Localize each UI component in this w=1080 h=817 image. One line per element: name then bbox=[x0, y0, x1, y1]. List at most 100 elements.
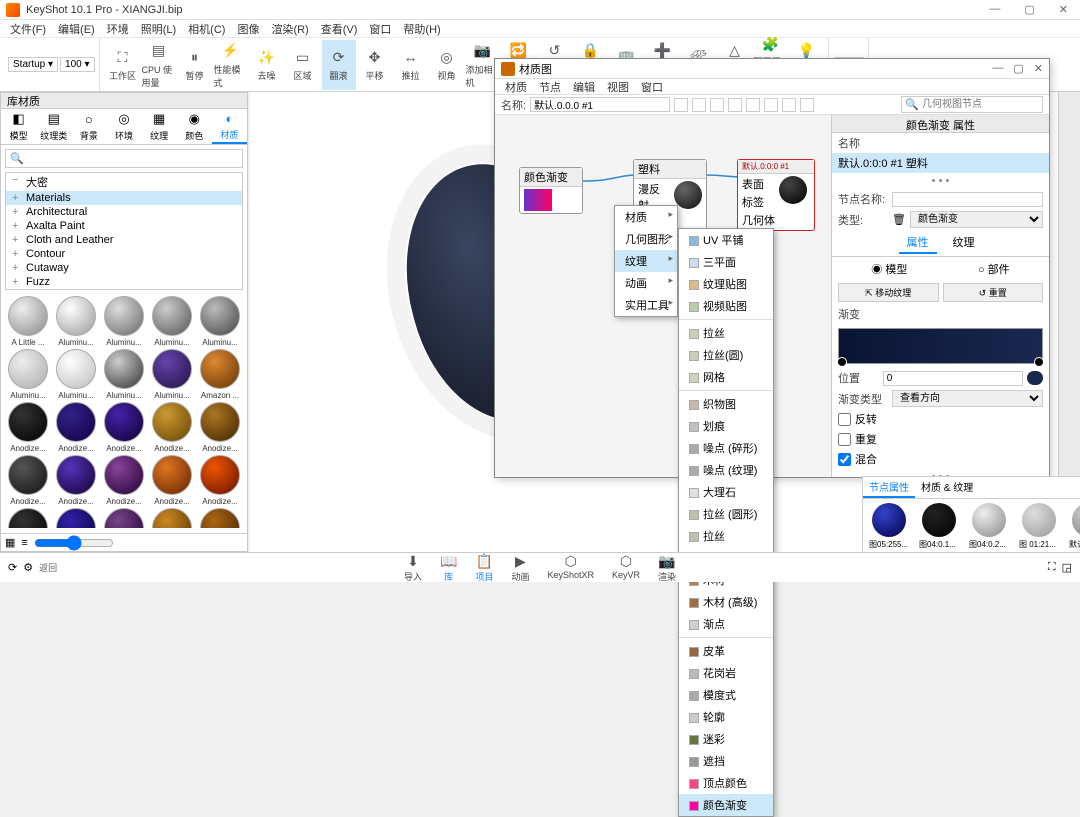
type-select[interactable]: 颜色渐变 bbox=[910, 211, 1043, 228]
mg-tool-8[interactable] bbox=[800, 98, 814, 112]
context-menu-primary[interactable]: 材质几何图形纹理动画实用工具 bbox=[614, 205, 678, 317]
ctx-item[interactable]: 材质 bbox=[615, 206, 677, 228]
win-min-button[interactable]: — bbox=[983, 3, 1006, 16]
material-thumbnail[interactable]: Aluminu... bbox=[197, 296, 243, 347]
move-texture-button[interactable]: ⇱ 移动纹理 bbox=[838, 283, 939, 302]
bottombar-btn-动画[interactable]: ▶动画 bbox=[511, 553, 529, 583]
material-thumbnail[interactable]: Aluminu... bbox=[149, 349, 195, 400]
lib-tab-5[interactable]: ◉颜色 bbox=[177, 109, 212, 144]
toolbar-btn-0[interactable]: ⛶工作区 bbox=[106, 40, 140, 90]
lib-tab-2[interactable]: ○背景 bbox=[71, 109, 106, 144]
menu-render[interactable]: 渲染(R) bbox=[265, 21, 314, 37]
mg-menu-view[interactable]: 视图 bbox=[601, 79, 635, 94]
selected-material-row[interactable]: 默认.0:0:0 #1 塑料 bbox=[832, 153, 1049, 173]
menu-edit[interactable]: 编辑(E) bbox=[52, 21, 101, 37]
toolbar-btn-3[interactable]: ⚡性能模式 bbox=[214, 40, 248, 90]
menu-window[interactable]: 窗口 bbox=[363, 21, 397, 37]
mg-menu-material[interactable]: 材质 bbox=[499, 79, 533, 94]
trash-icon[interactable]: 🗑 bbox=[892, 213, 906, 226]
reset-button[interactable]: ↺ 重置 bbox=[943, 283, 1044, 302]
toolbar-btn-7[interactable]: ✥平移 bbox=[358, 40, 392, 90]
bottombar-btn-KeyVR[interactable]: ⬡KeyVR bbox=[612, 553, 640, 583]
position-input[interactable] bbox=[883, 371, 1023, 386]
mg-tool-6[interactable] bbox=[764, 98, 778, 112]
menu-file[interactable]: 文件(F) bbox=[4, 21, 52, 37]
ctx-texture-item[interactable]: 木材 (高级) bbox=[679, 591, 773, 613]
color-swatch[interactable] bbox=[1027, 371, 1043, 385]
mg-search-input[interactable] bbox=[919, 98, 1039, 111]
menu-view[interactable]: 查看(V) bbox=[315, 21, 364, 37]
ctx-texture-item[interactable]: 三平面 bbox=[679, 251, 773, 273]
ctx-texture-item[interactable]: 皮革 bbox=[679, 640, 773, 662]
ctx-texture-item[interactable]: 噪点 (纹理) bbox=[679, 459, 773, 481]
material-thumbnail[interactable]: Anodize... bbox=[149, 402, 195, 453]
ctx-texture-item[interactable]: 大理石 bbox=[679, 481, 773, 503]
strip-tab-nodeprops[interactable]: 节点属性 bbox=[863, 477, 915, 498]
menu-lighting[interactable]: 照明(L) bbox=[135, 21, 182, 37]
radio-part[interactable]: ○ 部件 bbox=[978, 261, 1010, 277]
ctx-texture-item[interactable]: 拉丝 (圆形) bbox=[679, 503, 773, 525]
material-grid[interactable]: A Little ...Aluminu...Aluminu...Aluminu.… bbox=[1, 292, 247, 528]
bottombar-btn-项目[interactable]: 📋项目 bbox=[475, 553, 493, 583]
presentation-icon[interactable]: ◲ bbox=[1062, 561, 1072, 574]
material-thumbnail[interactable]: Anodize... bbox=[5, 402, 51, 453]
ctx-texture-item[interactable]: 渐点 bbox=[679, 613, 773, 635]
ctx-texture-item[interactable]: 颜色渐变 bbox=[679, 794, 773, 816]
material-thumbnail[interactable]: Anodize... bbox=[101, 402, 147, 453]
node-color-gradient[interactable]: 颜色渐变 bbox=[519, 167, 583, 214]
material-thumbnail[interactable]: Anodize... bbox=[53, 455, 99, 506]
mg-tool-5[interactable] bbox=[746, 98, 760, 112]
scene-material-thumb[interactable]: 图04:0.2... bbox=[969, 503, 1009, 550]
library-search-input[interactable] bbox=[24, 153, 238, 165]
bottombar-btn-渲染[interactable]: 📷渲染 bbox=[658, 553, 676, 583]
ctx-texture-item[interactable]: 织物图 bbox=[679, 393, 773, 415]
material-thumbnail[interactable]: Aluminu... bbox=[101, 296, 147, 347]
material-thumbnail[interactable]: Anodize... bbox=[197, 402, 243, 453]
mg-close-button[interactable]: ✕ bbox=[1034, 62, 1043, 75]
win-max-button[interactable]: ▢ bbox=[1018, 3, 1040, 16]
fullscreen-icon[interactable]: ⛶ bbox=[1048, 561, 1056, 574]
ctx-item[interactable]: 动画 bbox=[615, 272, 677, 294]
tree-node[interactable]: Cutaway bbox=[6, 261, 242, 275]
mg-tool-7[interactable] bbox=[782, 98, 796, 112]
mg-max-button[interactable]: ▢ bbox=[1013, 62, 1023, 75]
node-output[interactable]: 默认.0:0:0 #1 表面 标签 几何体 bbox=[737, 159, 815, 231]
menu-environment[interactable]: 环境 bbox=[101, 21, 135, 37]
radio-model[interactable]: ◉ 模型 bbox=[871, 261, 907, 277]
ctx-item[interactable]: 实用工具 bbox=[615, 294, 677, 316]
bottombar-btn-库[interactable]: 📖库 bbox=[440, 553, 457, 583]
thumbnail-size-slider[interactable] bbox=[34, 535, 114, 551]
scene-material-thumb[interactable]: 默认.0:0:0 #5 bbox=[1069, 503, 1080, 550]
material-thumbnail[interactable]: Anodize... bbox=[101, 455, 147, 506]
ctx-item[interactable]: 纹理 bbox=[615, 250, 677, 272]
bottombar-btn-KeyShotXR[interactable]: ⬡KeyShotXR bbox=[547, 553, 594, 583]
scene-material-thumb[interactable]: 图04:0.1... bbox=[919, 503, 959, 550]
material-thumbnail[interactable]: Anodize... bbox=[197, 455, 243, 506]
material-thumbnail[interactable]: Anodize... bbox=[5, 508, 51, 528]
nodename-input[interactable] bbox=[892, 192, 1043, 207]
material-thumbnail[interactable]: Anodize... bbox=[149, 508, 195, 528]
settings-icon[interactable]: ⚙ bbox=[23, 561, 33, 574]
tab-attributes[interactable]: 属性 bbox=[899, 232, 937, 254]
tree-node[interactable]: Contour bbox=[6, 247, 242, 261]
mg-tool-2[interactable] bbox=[692, 98, 706, 112]
material-thumbnail[interactable]: Aluminu... bbox=[101, 349, 147, 400]
mg-tool-4[interactable] bbox=[728, 98, 742, 112]
context-menu-textures[interactable]: UV 平铺三平面纹理贴图视频贴图拉丝拉丝(圆)网格织物图划痕噪点 (碎形)噪点 … bbox=[678, 228, 774, 817]
ctx-texture-item[interactable]: 纹理贴图 bbox=[679, 273, 773, 295]
ctx-texture-item[interactable]: 顶点颜色 bbox=[679, 772, 773, 794]
material-thumbnail[interactable]: A Little ... bbox=[5, 296, 51, 347]
material-thumbnail[interactable]: Anodize... bbox=[5, 455, 51, 506]
lib-tab-0[interactable]: ◧模型 bbox=[1, 109, 36, 144]
toolbar-btn-2[interactable]: ⏸暂停 bbox=[178, 40, 212, 90]
bottombar-btn-导入[interactable]: ⬇导入 bbox=[404, 553, 422, 583]
reverse-checkbox[interactable] bbox=[838, 413, 851, 426]
lib-tab-1[interactable]: ▤纹理类 bbox=[36, 109, 71, 144]
material-thumbnail[interactable]: Aluminu... bbox=[53, 349, 99, 400]
blend-checkbox[interactable] bbox=[838, 453, 851, 466]
tree-node[interactable]: Gem Stones bbox=[6, 289, 242, 290]
mg-tool-1[interactable] bbox=[674, 98, 688, 112]
toolbar-btn-5[interactable]: ▭区域 bbox=[286, 40, 320, 90]
material-thumbnail[interactable]: Aluminu... bbox=[149, 296, 195, 347]
material-thumbnail[interactable]: Anodize... bbox=[149, 455, 195, 506]
